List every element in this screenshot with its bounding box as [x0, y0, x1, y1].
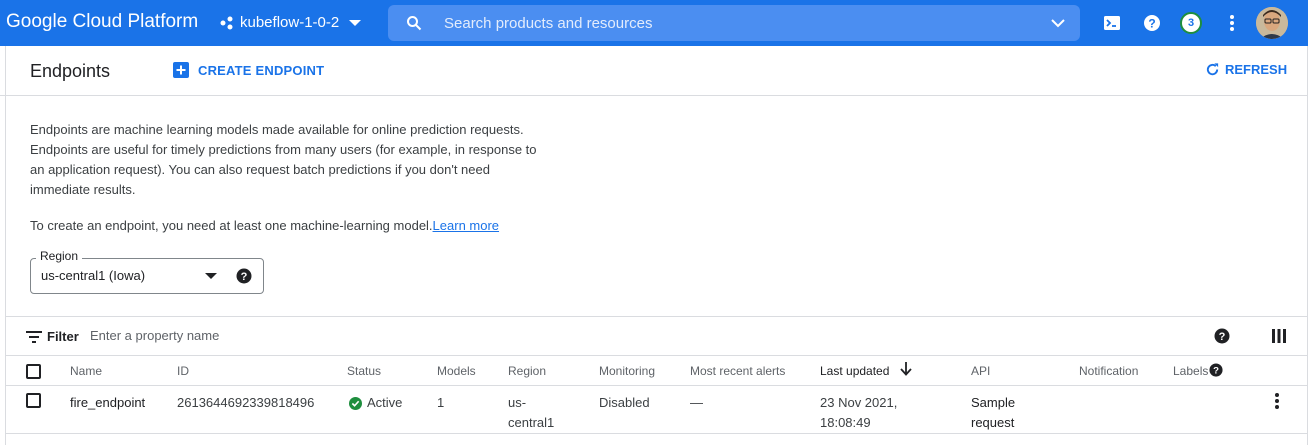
column-header-models[interactable]: Models [437, 364, 476, 378]
updated-line: 18:08:49 [820, 415, 871, 430]
column-header-region[interactable]: Region [508, 364, 546, 378]
page-header: Endpoints CREATE ENDPOINT REFRESH [0, 46, 1308, 96]
region-label: Region [36, 249, 83, 263]
help-icon[interactable]: ? [1140, 11, 1164, 35]
svg-text:?: ? [1148, 17, 1155, 31]
row-checkbox[interactable] [26, 393, 41, 408]
more-vert-icon[interactable] [1274, 392, 1280, 410]
refresh-label: REFRESH [1225, 62, 1288, 77]
region-cell: us- central1 [508, 393, 554, 433]
column-header-status[interactable]: Status [347, 364, 381, 378]
check-circle-icon [349, 396, 362, 410]
filter-bar: Filter ? [6, 316, 1308, 356]
help-icon[interactable]: ? [236, 268, 252, 284]
column-header-monitoring[interactable]: Monitoring [599, 364, 655, 378]
top-app-bar: Google Cloud Platform kubeflow-1-0-2 ? 3 [0, 0, 1308, 46]
last-updated-cell: 23 Nov 2021, 18:08:49 [820, 393, 897, 433]
search-input[interactable] [444, 13, 1024, 33]
svg-text:?: ? [241, 271, 248, 283]
dropdown-caret-icon [349, 19, 362, 26]
column-header-api[interactable]: API [971, 364, 990, 378]
sort-arrow-down-icon[interactable] [900, 362, 912, 376]
search-icon [407, 16, 422, 31]
project-selector[interactable]: kubeflow-1-0-2 [220, 14, 362, 31]
region-line: central1 [508, 415, 555, 430]
dropdown-caret-icon [205, 273, 217, 279]
sample-request-link[interactable]: Sample request [971, 393, 1015, 433]
status-cell: Active [349, 393, 402, 413]
monitoring-cell: Disabled [599, 395, 650, 410]
chevron-down-icon[interactable] [1050, 15, 1066, 31]
page-title: Endpoints [30, 61, 111, 81]
api-line: Sample [971, 395, 1016, 410]
help-icon[interactable]: ? [1209, 363, 1223, 377]
project-dots-icon [220, 16, 233, 29]
avatar[interactable] [1256, 7, 1288, 39]
description-line: immediate results. [30, 182, 136, 197]
cloud-shell-icon[interactable] [1100, 11, 1124, 35]
create-endpoint-button[interactable]: CREATE ENDPOINT [173, 62, 324, 78]
column-header-last-updated[interactable]: Last updated [820, 364, 889, 378]
description: Endpoints are machine learning models ma… [30, 120, 550, 200]
description-line: Endpoints are machine learning models ma… [30, 122, 524, 137]
filter-label: Filter [47, 329, 79, 344]
refresh-icon [1206, 63, 1219, 76]
refresh-button[interactable]: REFRESH [1205, 62, 1287, 77]
endpoint-name[interactable]: fire_endpoint [70, 393, 145, 413]
column-header-name[interactable]: Name [70, 364, 102, 378]
column-header-id[interactable]: ID [177, 364, 189, 378]
column-header-notification[interactable]: Notification [1079, 364, 1138, 378]
create-endpoint-label: CREATE ENDPOINT [198, 62, 325, 78]
svg-text:?: ? [1213, 366, 1219, 377]
create-hint-text: To create an endpoint, you need at least… [30, 218, 433, 233]
region-line: us- [508, 395, 527, 410]
region-value: us-central1 (Iowa) [41, 268, 146, 283]
learn-more-link[interactable]: Learn more [433, 218, 499, 233]
more-vert-icon[interactable] [1220, 11, 1244, 35]
filter-icon[interactable] [26, 331, 42, 343]
add-box-icon [173, 62, 189, 78]
search-bar[interactable] [388, 5, 1080, 41]
notifications-badge[interactable]: 3 [1180, 12, 1202, 34]
models-count: 1 [437, 395, 445, 410]
region-select[interactable]: us-central1 (Iowa) ? [30, 258, 264, 294]
brand-title[interactable]: Google Cloud Platform [6, 11, 198, 33]
table-row[interactable]: fire_endpoint 2613644692339818496 Active… [6, 386, 1308, 434]
status-text: Active [367, 395, 403, 410]
svg-text:?: ? [1219, 331, 1226, 343]
alerts-cell: — [690, 395, 703, 410]
select-all-checkbox[interactable] [26, 364, 41, 379]
updated-line: 23 Nov 2021, [820, 395, 898, 410]
column-display-icon[interactable] [1272, 329, 1286, 343]
endpoint-id: 2613644692339818496 [177, 395, 315, 410]
column-header-labels[interactable]: Labels [1173, 364, 1208, 378]
table-header: Name ID Status Models Region Monitoring … [6, 356, 1308, 386]
api-line: request [971, 415, 1015, 430]
create-hint: To create an endpoint, you need at least… [30, 216, 499, 236]
description-line: Endpoints are useful for timely predicti… [30, 142, 537, 157]
column-header-alerts[interactable]: Most recent alerts [690, 364, 785, 378]
description-line: an application request). You can also re… [30, 162, 490, 177]
help-icon[interactable]: ? [1214, 328, 1230, 344]
filter-input[interactable] [90, 328, 490, 343]
project-name: kubeflow-1-0-2 [240, 14, 340, 31]
